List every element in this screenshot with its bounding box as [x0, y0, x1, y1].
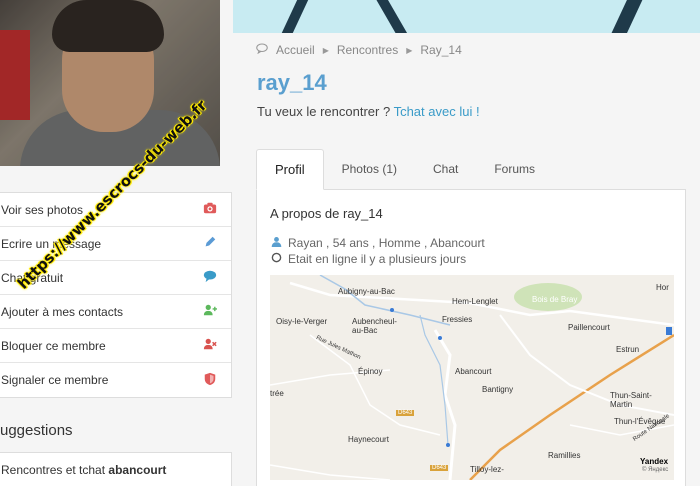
- page-title: ray_14: [257, 70, 327, 95]
- header-banner: [233, 0, 700, 33]
- profile-tabs: Profil Photos (1) Chat Forums: [256, 149, 553, 190]
- map-place: Bois de Bray: [532, 295, 578, 304]
- profile-photo[interactable]: [0, 0, 220, 166]
- shield-icon: [203, 372, 217, 389]
- profile-panel: A propos de ray_14 Rayan , 54 ans , Homm…: [256, 189, 686, 486]
- breadcrumb-current: Ray_14: [420, 43, 462, 57]
- action-label: Voir ses photos: [1, 202, 84, 217]
- map-place: Paillencourt: [568, 323, 610, 332]
- map-place: Épinoy: [358, 367, 383, 376]
- status-circle-icon: [271, 252, 282, 266]
- user-icon: [271, 236, 282, 250]
- pencil-icon: [203, 235, 217, 252]
- suggestion-city: abancourt: [108, 463, 167, 477]
- breadcrumb-home[interactable]: Accueil: [276, 43, 315, 57]
- action-report-member[interactable]: Signaler ce membre: [0, 363, 231, 397]
- map-place: Aubigny-au-Bac: [338, 287, 395, 296]
- tab-profil[interactable]: Profil: [256, 149, 324, 190]
- action-label: Signaler ce membre: [1, 373, 109, 387]
- details-text: Rayan , 54 ans , Homme , Abancourt: [288, 236, 485, 250]
- breadcrumb-section[interactable]: Rencontres: [337, 43, 398, 57]
- tab-photos[interactable]: Photos (1): [324, 149, 415, 189]
- map-place: Haynecourt: [348, 435, 389, 444]
- chevron-right-icon: ▶: [322, 45, 329, 55]
- chat-invitation: Tu veux le rencontrer ? Tchat avec lui !: [257, 104, 480, 119]
- action-label: Ajouter à mes contacts: [1, 304, 124, 319]
- block-user-icon: [203, 337, 217, 354]
- profile-actions: Voir ses photos Ecrire un message Chat g…: [0, 192, 232, 398]
- map-place: trée: [270, 389, 284, 398]
- add-user-icon: [203, 303, 217, 320]
- tab-forums[interactable]: Forums: [476, 149, 553, 189]
- road-badge: D643: [396, 410, 415, 416]
- map-place: Bantigny: [482, 385, 514, 394]
- map-place: Tilloy-lez-: [470, 465, 504, 474]
- suggestions-title: uggestions: [0, 422, 73, 439]
- member-details: Rayan , 54 ans , Homme , Abancourt: [271, 236, 485, 250]
- breadcrumb: Accueil ▶ Rencontres ▶ Ray_14: [256, 43, 462, 57]
- map-place: Estrun: [616, 345, 640, 354]
- map-place: Hor: [656, 283, 669, 292]
- suggestion-item[interactable]: Rencontres et tchat abancourt: [0, 452, 232, 486]
- camera-icon: [203, 201, 217, 218]
- action-write-message[interactable]: Ecrire un message: [0, 227, 231, 261]
- action-add-contact[interactable]: Ajouter à mes contacts: [0, 295, 231, 329]
- about-title: A propos de ray_14: [270, 206, 383, 221]
- invitation-text: Tu veux le rencontrer ?: [257, 104, 394, 119]
- map-place: Abancourt: [455, 367, 492, 376]
- chat-link[interactable]: Tchat avec lui !: [394, 104, 480, 119]
- map-place: Thun-Saint-Martin: [610, 391, 652, 409]
- tab-chat[interactable]: Chat: [415, 149, 476, 189]
- suggestion-text: Rencontres et tchat: [1, 463, 109, 477]
- location-map[interactable]: Aubigny-au-Bac Hem-Lenglet Bois de Bray …: [270, 275, 674, 480]
- map-place: Oisy-le-Verger: [276, 317, 328, 326]
- map-place: Aubencheul-au-Bac: [352, 317, 397, 335]
- map-provider-logo: Yandex: [640, 457, 669, 466]
- map-place: Fressies: [442, 315, 473, 324]
- road-badge: D643: [430, 465, 449, 471]
- chevron-right-icon: ▶: [406, 45, 413, 55]
- chat-bubble-icon: [256, 43, 268, 57]
- online-status: Etait en ligne il y a plusieurs jours: [271, 252, 466, 266]
- chat-bubble-icon: [203, 269, 217, 286]
- action-label: Bloquer ce membre: [1, 338, 106, 353]
- map-place: Ramillies: [548, 451, 581, 460]
- action-block-member[interactable]: Bloquer ce membre: [0, 329, 231, 363]
- status-text: Etait en ligne il y a plusieurs jours: [288, 252, 467, 266]
- map-place: Hem-Lenglet: [452, 297, 498, 306]
- map-copyright: © Яндекс: [642, 467, 669, 473]
